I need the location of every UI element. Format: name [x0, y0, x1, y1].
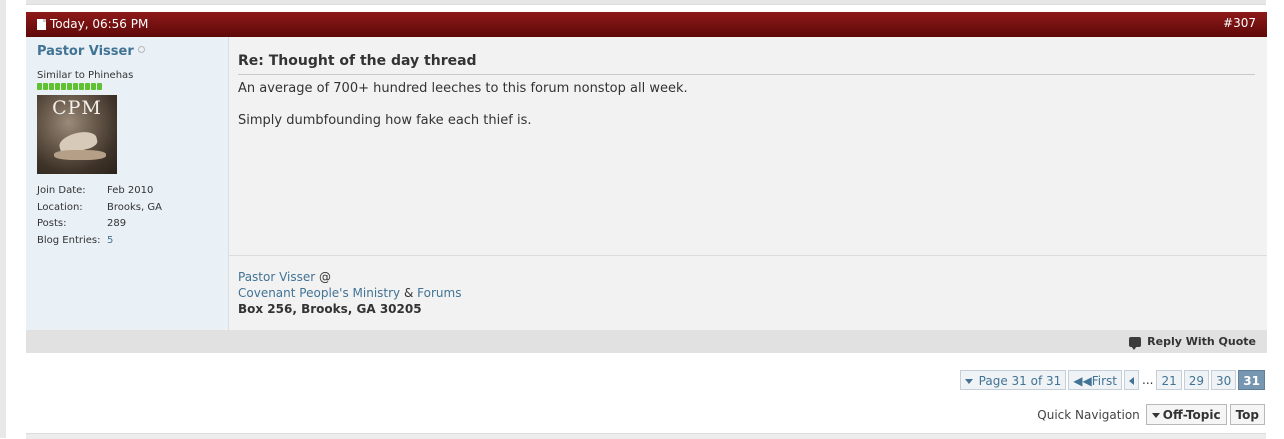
signature-amp: &	[403, 286, 414, 300]
ministry-link[interactable]: Covenant People's Ministry	[238, 286, 400, 300]
avatar[interactable]: CPM	[37, 95, 117, 174]
post-message-line: Simply dumbfounding how fake each thief …	[238, 113, 532, 128]
username-text[interactable]: Pastor Visser	[37, 44, 134, 59]
prev-page-button[interactable]	[1124, 370, 1139, 390]
signature-divider	[229, 255, 1267, 256]
reputation-pip-icon	[79, 83, 84, 90]
detail-value: Feb 2010	[107, 185, 154, 196]
reputation-pip-icon	[91, 83, 96, 90]
reputation-pip-icon	[61, 83, 66, 90]
user-title: Similar to Phinehas	[37, 70, 134, 81]
page-link[interactable]: 29	[1183, 370, 1210, 390]
page-info-dropdown[interactable]: Page 31 of 31	[959, 370, 1067, 390]
post-number-link[interactable]: #307	[1223, 16, 1256, 30]
first-page-label[interactable]: First	[1092, 374, 1117, 388]
detail-value: Brooks, GA	[107, 201, 162, 213]
user-details: Join Date: Feb 2010 Location: Brooks, GA…	[37, 185, 162, 251]
reputation-pip-icon	[37, 83, 42, 90]
username-link[interactable]: Pastor Visser	[37, 44, 145, 59]
next-section-top	[26, 433, 1266, 439]
pagination: Page 31 of 31 ◀◀First ... 21 29 30 31	[959, 370, 1265, 390]
detail-location: Location: Brooks, GA	[37, 202, 162, 219]
user-info-panel: Pastor Visser Similar to Phinehas CPM Jo…	[26, 37, 229, 330]
chevron-down-icon	[964, 379, 973, 384]
signature-address: Box 256, Brooks, GA 30205	[238, 302, 422, 316]
reputation-pip-icon	[67, 83, 72, 90]
quick-navigation: Quick Navigation Off-Topic Top	[1037, 404, 1265, 425]
reputation-pip-icon	[49, 83, 54, 90]
detail-key: Location:	[37, 201, 83, 213]
reputation-pip-icon	[55, 83, 60, 90]
blog-entries-link[interactable]: 5	[107, 235, 113, 252]
page-link[interactable]: 21	[1156, 370, 1182, 390]
page-left-edge	[0, 0, 6, 438]
detail-join-date: Join Date: Feb 2010	[37, 185, 162, 202]
current-page: 31	[1238, 370, 1265, 390]
post-header: Today, 06:56 PM #307	[26, 12, 1267, 37]
avatar-logo-text: CPM	[52, 97, 102, 119]
reputation-pip-icon	[85, 83, 90, 90]
signature-line-3: Box 256, Brooks, GA 30205	[238, 302, 422, 316]
reputation-pip-icon	[43, 83, 48, 90]
avatar-ground	[54, 150, 106, 160]
post-footer: Reply With Quote	[26, 330, 1267, 353]
quote-icon	[1129, 336, 1142, 350]
top-button[interactable]: Top	[1229, 404, 1265, 425]
forums-link[interactable]: Forums	[417, 286, 461, 300]
post-date-text: Today, 06:56 PM	[50, 17, 149, 31]
forum-jump-label[interactable]: Off-Topic	[1163, 408, 1221, 422]
detail-key: Posts:	[37, 218, 67, 229]
reputation-bar	[37, 83, 102, 90]
post-date: Today, 06:56 PM	[37, 17, 148, 31]
double-arrow-left-icon: ◀◀	[1073, 374, 1092, 388]
quick-navigation-label: Quick Navigation	[1037, 407, 1140, 422]
chevron-down-icon	[1151, 413, 1160, 418]
arrow-left-icon	[1129, 377, 1134, 385]
reputation-pip-icon	[73, 83, 78, 90]
detail-posts: Posts: 289	[37, 218, 162, 235]
offline-status-icon	[137, 46, 145, 53]
signature-line-2: Covenant People's Ministry & Forums	[238, 286, 461, 300]
signature-line-1: Pastor Visser @	[238, 270, 331, 284]
detail-blog-entries: Blog Entries: 5	[37, 235, 162, 252]
previous-post-bottom	[26, 0, 1266, 5]
document-icon	[37, 18, 46, 30]
post-message-line: An average of 700+ hundred leeches to th…	[238, 81, 688, 96]
reply-with-quote-label[interactable]: Reply With Quote	[1147, 335, 1256, 348]
signature-name-link[interactable]: Pastor Visser	[238, 270, 315, 284]
reputation-pip-icon	[97, 83, 102, 90]
page-link[interactable]: 30	[1211, 370, 1237, 390]
forum-jump-dropdown[interactable]: Off-Topic	[1145, 404, 1227, 425]
page-info-text[interactable]: Page 31 of 31	[979, 374, 1062, 388]
first-page-button[interactable]: ◀◀First	[1068, 370, 1122, 390]
detail-key: Blog Entries:	[37, 234, 101, 246]
reply-with-quote-button[interactable]: Reply With Quote	[1129, 335, 1256, 350]
post-body: Re: Thought of the day thread An average…	[229, 37, 1267, 330]
pagination-ellipsis: ...	[1142, 373, 1154, 387]
detail-key: Join Date:	[37, 185, 86, 196]
post-title: Re: Thought of the day thread	[238, 53, 1255, 75]
signature-at: @	[319, 270, 332, 284]
detail-value: 289	[107, 218, 127, 229]
